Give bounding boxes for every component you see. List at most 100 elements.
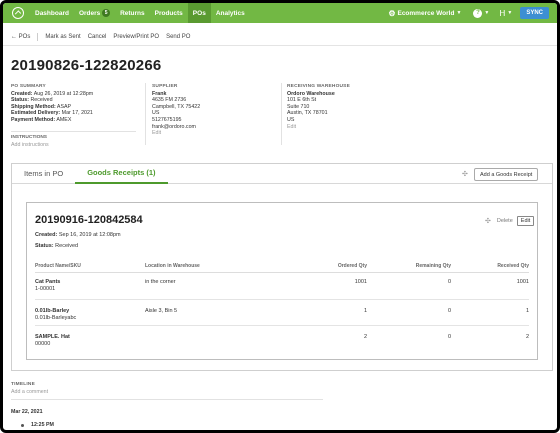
received-qty: 1001 — [516, 279, 529, 285]
gear-icon: ⚙ — [388, 8, 396, 18]
supplier-phone: 5127675195 — [152, 116, 182, 123]
supplier-name: Frank — [152, 90, 167, 97]
nav-orders[interactable]: Orders 5 — [74, 3, 115, 23]
add-instructions-link[interactable]: Add instructions — [11, 142, 49, 149]
warehouse-heading: RECEIVING WAREHOUSE — [287, 84, 350, 89]
edit-warehouse-link[interactable]: Edit — [287, 124, 350, 131]
mark-as-sent-button[interactable]: Mark as Sent — [45, 34, 80, 40]
account-menu[interactable]: ⚙ Ecommerce World ▼ — [388, 9, 461, 18]
po-tabs-panel: Items in PO Goods Receipts (1) ✣ Add a G… — [11, 163, 553, 371]
supplier-email: frank@ordoro.com — [152, 123, 196, 130]
warehouse-country: US — [287, 116, 295, 123]
receipt-status-label: Status: — [35, 243, 54, 249]
warehouse-address-3: Austin, TX 78701 — [287, 110, 328, 117]
divider — [281, 83, 282, 145]
ordoro-logo-icon[interactable] — [12, 7, 24, 19]
status-row: Status: Received — [11, 97, 93, 104]
status-value: Received — [30, 97, 53, 104]
delete-receipt-button[interactable]: Delete — [497, 218, 513, 224]
warehouse-section: RECEIVING WAREHOUSE Ordoro Warehouse 101… — [287, 84, 350, 130]
tab-items-in-po[interactable]: Items in PO — [12, 164, 75, 184]
supplier-heading: SUPPLIER — [152, 84, 178, 89]
add-goods-receipt-button[interactable]: Add a Goods Receipt — [474, 168, 539, 181]
ordered-qty: 2 — [363, 334, 367, 340]
add-comment-link[interactable]: Add a comment — [11, 389, 48, 395]
nav-analytics[interactable]: Analytics — [211, 3, 250, 23]
received-qty: 1 — [525, 308, 529, 314]
table-header: Product Name/SKU Location in Warehouse O… — [35, 261, 529, 273]
table-row: 0.01lb-Barley 0.01lb-Barleyabc Aisle 3, B… — [35, 300, 529, 326]
timeline-entry-text — [31, 430, 271, 432]
warehouse-address-1: 101 E 6th St — [287, 97, 317, 104]
supplier-address-1: 4635 FM 2736 — [152, 97, 187, 104]
action-bar: ← POs Mark as Sent Cancel Preview/Print … — [11, 33, 197, 41]
divider — [3, 45, 557, 46]
divider — [11, 399, 323, 400]
column-header: Received Qty — [497, 263, 529, 269]
shipping-label: Shipping Method: — [11, 103, 56, 110]
supplier-address-2: Campbell, TX 75422 — [152, 103, 201, 110]
nav-pos[interactable]: POs — [187, 3, 211, 23]
instructions-heading: INSTRUCTIONS — [11, 135, 47, 140]
sync-button[interactable]: SYNC — [520, 7, 549, 19]
send-po-button[interactable]: Send PO — [166, 34, 190, 40]
table-row: SAMPLE. Hat 00000 2 0 2 — [35, 326, 529, 352]
divider — [11, 131, 136, 132]
warehouse-name: Ordoro Warehouse — [287, 90, 335, 97]
user-menu[interactable]: ᕼ ▼ — [499, 9, 512, 18]
supplier-country: US — [152, 110, 160, 117]
orders-count-badge: 5 — [102, 9, 111, 17]
top-nav: Dashboard Orders 5 Returns Products POs A… — [3, 3, 557, 23]
created-label: Created: — [11, 90, 33, 97]
payment-row: Payment Method: AMEX — [11, 117, 93, 124]
product-sku: 00000 — [35, 341, 51, 347]
preview-print-button[interactable]: Preview/Print PO — [113, 34, 159, 40]
receipt-number: 20190916-120842584 — [35, 214, 143, 226]
payment-label: Payment Method: — [11, 116, 56, 123]
delivery-label: Estimated Delivery: — [11, 110, 61, 117]
delivery-row: Estimated Delivery: Mar 17, 2021 — [11, 110, 93, 117]
timeline-heading: TIMELINE — [11, 382, 35, 387]
receipt-created-label: Created: — [35, 232, 58, 238]
supplier-section: SUPPLIER Frank 4635 FM 2736 Campbell, TX… — [152, 84, 200, 137]
po-summary-heading: PO SUMMARY — [11, 84, 46, 89]
nav-dashboard[interactable]: Dashboard — [30, 3, 74, 23]
nav-products[interactable]: Products — [150, 3, 188, 23]
ordered-qty: 1001 — [354, 279, 367, 285]
user-chevron-down-icon: ▼ — [507, 10, 513, 16]
expand-icon[interactable]: ✣ — [485, 217, 491, 225]
edit-receipt-button[interactable]: Edit — [516, 216, 535, 226]
received-qty: 2 — [525, 334, 529, 340]
product-name: Cat Pants — [35, 279, 61, 285]
remaining-qty: 0 — [447, 308, 451, 314]
status-label: Status: — [11, 97, 29, 104]
nav-returns[interactable]: Returns — [115, 3, 150, 23]
column-header: Location in Warehouse — [145, 263, 200, 269]
expand-icon[interactable]: ✣ — [462, 170, 468, 178]
timeline-time: 12:25 PM — [31, 422, 54, 428]
created-row: Created: Aug 26, 2019 at 12:28pm — [11, 91, 93, 98]
help-chevron-down-icon: ▼ — [484, 10, 490, 16]
product-name: 0.01lb-Barley — [35, 308, 70, 314]
cancel-button[interactable]: Cancel — [88, 34, 107, 40]
column-header: Product Name/SKU — [35, 263, 81, 269]
user-icon: ᕼ — [499, 8, 506, 18]
back-to-pos-link[interactable]: ← POs — [11, 34, 30, 40]
timeline-dot-icon — [21, 424, 24, 427]
timeline-date: Mar 22, 2021 — [11, 409, 43, 415]
account-name: Ecommerce World — [397, 9, 455, 17]
help-icon[interactable]: ? — [473, 8, 483, 18]
column-header: Ordered Qty — [337, 263, 367, 269]
divider — [37, 33, 39, 41]
receipt-meta: Created: Sep 16, 2019 at 12:08pm Status:… — [35, 230, 121, 252]
tab-bar: Items in PO Goods Receipts (1) — [12, 164, 552, 184]
page-title: 20190826-122820266 — [11, 57, 162, 74]
edit-supplier-link[interactable]: Edit — [152, 130, 200, 137]
location: Aisle 3, Bin 5 — [145, 308, 178, 314]
divider — [145, 83, 146, 145]
nav-right: ⚙ Ecommerce World ▼ ? ▼ ᕼ ▼ SYNC — [388, 3, 557, 23]
receipt-actions: ✣ Delete Edit — [485, 216, 535, 226]
ordered-qty: 1 — [363, 308, 367, 314]
tab-goods-receipts[interactable]: Goods Receipts (1) — [75, 164, 168, 184]
shipping-row: Shipping Method: ASAP — [11, 104, 93, 111]
